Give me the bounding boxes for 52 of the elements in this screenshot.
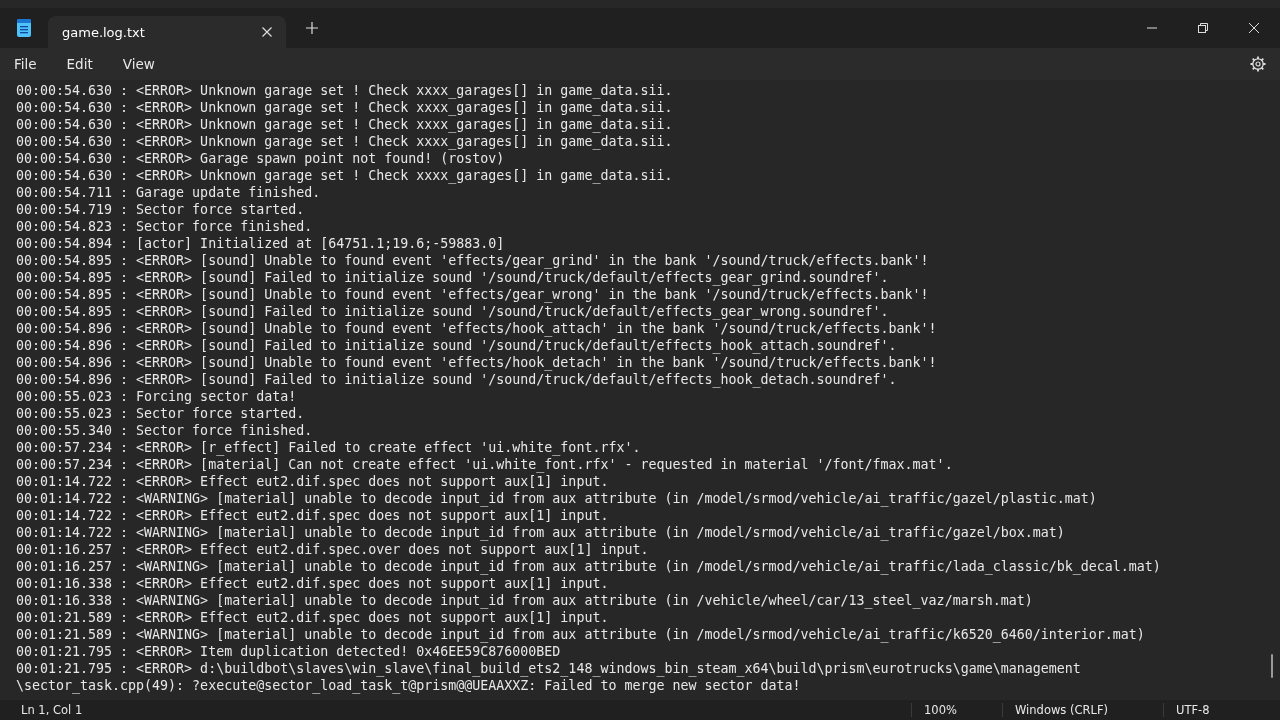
log-line: 00:00:54.630 : <ERROR> Unknown garage set ! Check xxxx_garages[] in game_data.sii. (16, 99, 673, 116)
log-line: 00:00:54.630 : <ERROR> Unknown garage set ! Check xxxx_garages[] in game_data.sii. (16, 116, 673, 133)
log-line: 00:01:14.722 : <WARNING> [material] unable to decode input_id from aux attribute (in /model/srmod/vehicle/ai_traffic/gazel/box.mat) (16, 524, 1065, 541)
log-line: 00:01:21.589 : <WARNING> [material] unable to decode input_id from aux attribute (in /model/srmod/vehicle/ai_traffic/k6520_6460/interior.mat) (16, 626, 1145, 643)
log-line: 00:00:57.234 : <ERROR> [material] Can not create effect 'ui.white_font.rfx' - requested in material '/font/fmax.mat'. (16, 456, 953, 473)
log-line: 00:01:14.722 : <ERROR> Effect eut2.dif.spec does not support aux[1] input. (16, 473, 609, 490)
restore-icon[interactable] (1198, 23, 1208, 33)
log-line: 00:00:54.711 : Garage update finished. (16, 184, 321, 201)
log-line: 00:00:55.023 : Forcing sector data! (16, 388, 297, 405)
log-line: 00:00:57.234 : <ERROR> [r_effect] Failed to create effect 'ui.white_font.rfx'. (16, 439, 641, 456)
log-line: 00:00:54.630 : <ERROR> Garage spawn point not found! (rostov) (16, 150, 505, 167)
tab-title: game.log.txt (62, 24, 146, 40)
log-line: 00:00:54.896 : <ERROR> [sound] Unable to found event 'effects/hook_attach' in the bank '/sound/truck/effects.bank'! (16, 320, 937, 337)
log-line: 00:01:16.338 : <WARNING> [material] unable to decode input_id from aux attribute (in /vehicle/wheel/car/13_steel_vaz/marsh.mat) (16, 592, 1033, 609)
log-line: 00:00:54.895 : <ERROR> [sound] Failed to initialize sound '/sound/truck/default/effects_gear_grind.soundref'. (16, 269, 889, 286)
log-line: 00:01:14.722 : <ERROR> Effect eut2.dif.spec does not support aux[1] input. (16, 507, 609, 524)
log-line: 00:01:21.795 : <ERROR> Item duplication detected! 0x46EE59C876000BED (16, 643, 561, 660)
zoom-level: 100% (911, 703, 1002, 717)
notepad-icon (16, 19, 32, 37)
menu-item[interactable]: View (112, 56, 165, 72)
line-endings: Windows (CRLF) (1002, 703, 1163, 717)
log-line: 00:01:14.722 : <WARNING> [material] unable to decode input_id from aux attribute (in /model/srmod/vehicle/ai_traffic/gazel/plastic.mat) (16, 490, 1097, 507)
cursor-position: Ln 1, Col 1 (20, 703, 84, 717)
log-line: 00:00:54.630 : <ERROR> Unknown garage set ! Check xxxx_garages[] in game_data.sii. (16, 133, 673, 150)
settings-icon[interactable] (1250, 56, 1266, 72)
encoding: UTF-8 (1163, 703, 1280, 717)
log-line: 00:01:16.257 : <ERROR> Effect eut2.dif.spec.over does not support aux[1] input. (16, 541, 649, 558)
file-tab[interactable]: game.log.txt (48, 16, 286, 48)
log-line: \sector_task.cpp(49): ?execute@sector_load_task_t@prism@@UEAAXXZ: Failed to merge new sector data! (16, 677, 801, 694)
log-line: 00:00:54.896 : <ERROR> [sound] Failed to initialize sound '/sound/truck/default/effects_hook_detach.soundref'. (16, 371, 897, 388)
log-line: 00:01:21.795 : <ERROR> d:\buildbot\slaves\win_slave\final_build_ets2_148_windows_bin_steam_x64\build\prism\eurotrucks\game\management (16, 660, 1081, 677)
log-line: 00:00:54.896 : <ERROR> [sound] Unable to found event 'effects/hook_detach' in the bank '/sound/truck/effects.bank'! (16, 354, 937, 371)
log-line: 00:00:54.895 : <ERROR> [sound] Unable to found event 'effects/gear_grind' in the bank '/sound/truck/effects.bank'! (16, 252, 929, 269)
menu-item[interactable]: Edit (56, 56, 103, 72)
log-line: 00:00:54.719 : Sector force started. (16, 201, 305, 218)
log-line: 00:00:54.894 : [actor] Initialized at [64751.1;19.6;-59883.0] (16, 235, 505, 252)
log-line: 00:00:55.023 : Sector force started. (16, 405, 305, 422)
log-line: 00:01:16.338 : <ERROR> Effect eut2.dif.spec does not support aux[1] input. (16, 575, 609, 592)
log-line: 00:00:54.630 : <ERROR> Unknown garage set ! Check xxxx_garages[] in game_data.sii. (16, 167, 673, 184)
log-line: 00:00:54.630 : <ERROR> Unknown garage set ! Check xxxx_garages[] in game_data.sii. (16, 82, 673, 99)
new-tab-icon[interactable] (306, 22, 318, 34)
menu-item[interactable]: File (4, 56, 47, 72)
log-line: 00:01:16.257 : <WARNING> [material] unable to decode input_id from aux attribute (in /model/srmod/vehicle/ai_traffic/lada_classic/bk_decal.mat) (16, 558, 1161, 575)
log-line: 00:00:54.823 : Sector force finished. (16, 218, 313, 235)
log-line: 00:00:54.895 : <ERROR> [sound] Failed to initialize sound '/sound/truck/default/effects_gear_wrong.soundref'. (16, 303, 889, 320)
close-icon[interactable] (262, 27, 272, 37)
close-icon[interactable] (1249, 23, 1259, 33)
log-line: 00:00:55.340 : Sector force finished. (16, 422, 313, 439)
log-line: 00:00:54.895 : <ERROR> [sound] Unable to found event 'effects/gear_wrong' in the bank '/sound/truck/effects.bank'! (16, 286, 929, 303)
log-line: 00:01:21.589 : <ERROR> Effect eut2.dif.spec does not support aux[1] input. (16, 609, 609, 626)
log-line: 00:00:54.896 : <ERROR> [sound] Failed to initialize sound '/sound/truck/default/effects_hook_attach.soundref'. (16, 337, 897, 354)
scrollbar-thumb[interactable] (1271, 654, 1273, 678)
